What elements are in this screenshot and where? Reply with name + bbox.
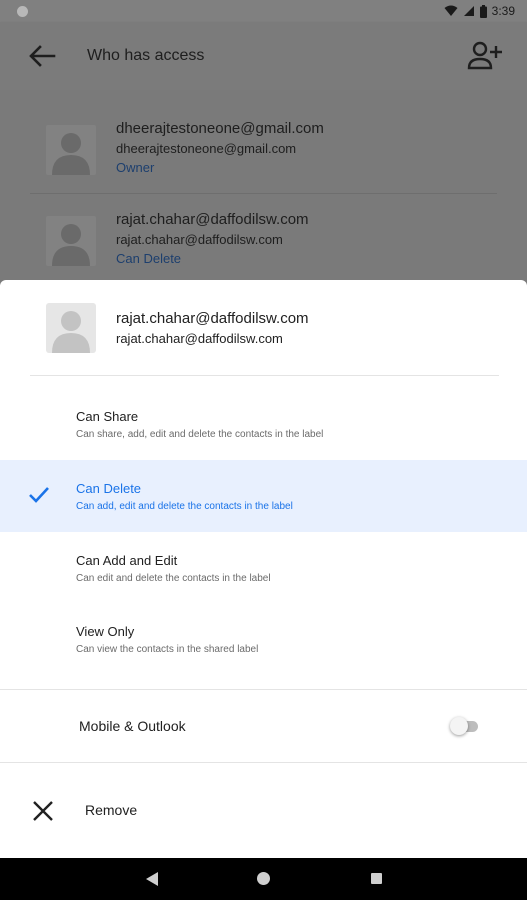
arrow-left-icon (29, 45, 56, 67)
permission-title: Can Add and Edit (76, 553, 178, 568)
permission-option-can-add-and-edit[interactable]: Can Add and Edit Can edit and delete the… (0, 532, 527, 604)
mobile-outlook-row[interactable]: Mobile & Outlook (0, 690, 527, 762)
person-placeholder-icon (52, 133, 90, 175)
check-icon (29, 487, 49, 503)
sheet-email-secondary: rajat.chahar@daffodilsw.com (116, 331, 283, 346)
mobile-outlook-toggle[interactable] (450, 717, 480, 735)
avatar (46, 125, 96, 175)
permission-option-can-share[interactable]: Can Share Can share, add, edit and delet… (0, 388, 527, 460)
access-role: Owner (116, 160, 155, 175)
system-nav-bar (0, 858, 527, 900)
permission-title: Can Delete (76, 481, 142, 496)
avatar (46, 303, 96, 353)
wifi-icon (444, 5, 458, 16)
add-person-button[interactable] (467, 40, 503, 72)
notification-dot-icon (17, 6, 28, 17)
permission-option-view-only[interactable]: View Only Can view the contacts in the s… (0, 603, 527, 675)
status-time: 3:39 (491, 4, 515, 18)
cell-signal-icon (463, 6, 474, 16)
nav-recents-icon[interactable] (371, 873, 382, 884)
status-icons: 3:39 (444, 3, 515, 19)
remove-label: Remove (85, 802, 138, 818)
battery-icon (479, 4, 487, 18)
access-email: rajat.chahar@daffodilsw.com (116, 211, 309, 228)
access-list-item[interactable]: rajat.chahar@daffodilsw.com rajat.chahar… (0, 191, 527, 283)
close-icon (33, 801, 53, 821)
access-list: dheerajtestoneone@gmail.com dheerajtesto… (0, 90, 527, 280)
status-bar: 3:39 (0, 0, 527, 22)
permission-bottom-sheet: rajat.chahar@daffodilsw.com rajat.chahar… (0, 280, 527, 858)
access-role: Can Delete (116, 251, 182, 266)
permission-description: Can add, edit and delete the contacts in… (76, 501, 293, 512)
toggle-thumb (450, 717, 468, 735)
app-bar: Who has access (0, 22, 527, 90)
permission-description: Can edit and delete the contacts in the … (76, 573, 271, 584)
remove-button[interactable]: Remove (0, 763, 527, 858)
access-email: dheerajtestoneone@gmail.com (116, 120, 324, 137)
nav-home-icon[interactable] (257, 872, 270, 885)
back-button[interactable] (26, 42, 58, 70)
permission-option-can-delete[interactable]: Can Delete Can add, edit and delete the … (0, 460, 527, 532)
toggle-label: Mobile & Outlook (79, 718, 186, 734)
avatar (46, 216, 96, 266)
person-placeholder-icon (52, 311, 90, 353)
sheet-email: rajat.chahar@daffodilsw.com (116, 310, 309, 327)
person-placeholder-icon (52, 224, 90, 266)
person-add-icon (467, 41, 502, 70)
access-email-secondary: rajat.chahar@daffodilsw.com (116, 232, 283, 247)
permission-title: Can Share (76, 409, 139, 424)
divider (30, 375, 499, 376)
access-email-secondary: dheerajtestoneone@gmail.com (116, 141, 297, 156)
access-list-item[interactable]: dheerajtestoneone@gmail.com dheerajtesto… (0, 100, 527, 192)
permission-title: View Only (76, 624, 135, 639)
permission-description: Can share, add, edit and delete the cont… (76, 429, 324, 440)
nav-back-icon[interactable] (145, 871, 159, 887)
page-title: Who has access (87, 47, 205, 64)
permission-description: Can view the contacts in the shared labe… (76, 644, 259, 655)
